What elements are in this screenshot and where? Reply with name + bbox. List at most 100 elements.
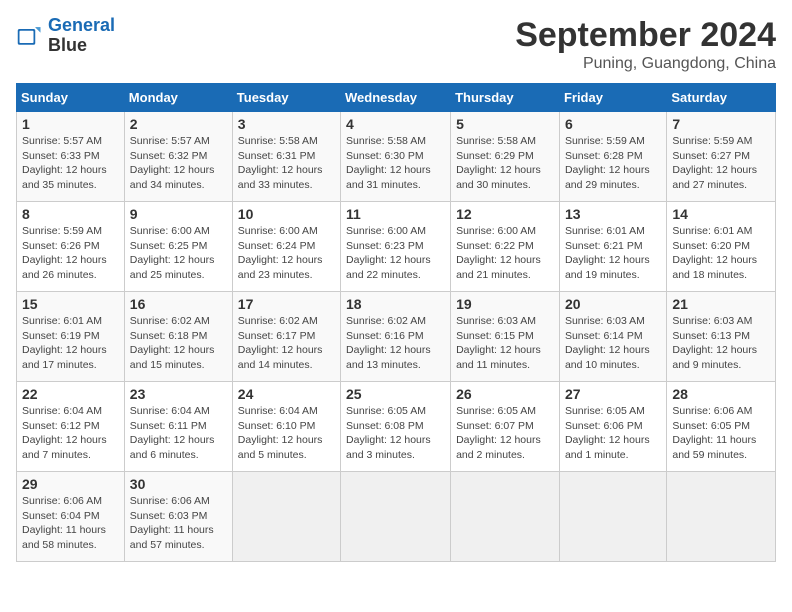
calendar-cell <box>667 472 776 562</box>
day-info: Sunrise: 6:00 AMSunset: 6:25 PMDaylight:… <box>130 225 215 281</box>
calendar-cell <box>341 472 451 562</box>
calendar-cell <box>451 472 560 562</box>
day-info: Sunrise: 6:02 AMSunset: 6:18 PMDaylight:… <box>130 315 215 371</box>
day-info: Sunrise: 6:04 AMSunset: 6:11 PMDaylight:… <box>130 405 215 461</box>
calendar-cell: 30 Sunrise: 6:06 AMSunset: 6:03 PMDaylig… <box>124 472 232 562</box>
day-info: Sunrise: 6:04 AMSunset: 6:10 PMDaylight:… <box>238 405 323 461</box>
day-number: 22 <box>22 386 119 402</box>
calendar-cell: 26 Sunrise: 6:05 AMSunset: 6:07 PMDaylig… <box>451 382 560 472</box>
header-saturday: Saturday <box>667 84 776 112</box>
calendar-cell: 29 Sunrise: 6:06 AMSunset: 6:04 PMDaylig… <box>17 472 125 562</box>
day-info: Sunrise: 5:59 AMSunset: 6:26 PMDaylight:… <box>22 225 107 281</box>
calendar-cell: 3 Sunrise: 5:58 AMSunset: 6:31 PMDayligh… <box>232 112 340 202</box>
day-info: Sunrise: 6:03 AMSunset: 6:13 PMDaylight:… <box>672 315 757 371</box>
day-number: 7 <box>672 116 770 132</box>
calendar-row: 8 Sunrise: 5:59 AMSunset: 6:26 PMDayligh… <box>17 202 776 292</box>
calendar-row: 15 Sunrise: 6:01 AMSunset: 6:19 PMDaylig… <box>17 292 776 382</box>
month-title: September 2024 <box>515 16 776 55</box>
day-number: 13 <box>565 206 661 222</box>
calendar-cell: 18 Sunrise: 6:02 AMSunset: 6:16 PMDaylig… <box>341 292 451 382</box>
day-number: 24 <box>238 386 335 402</box>
header-tuesday: Tuesday <box>232 84 340 112</box>
calendar-table: SundayMondayTuesdayWednesdayThursdayFrid… <box>16 83 776 562</box>
day-info: Sunrise: 6:02 AMSunset: 6:17 PMDaylight:… <box>238 315 323 371</box>
day-info: Sunrise: 6:06 AMSunset: 6:03 PMDaylight:… <box>130 495 214 551</box>
calendar-cell: 25 Sunrise: 6:05 AMSunset: 6:08 PMDaylig… <box>341 382 451 472</box>
day-info: Sunrise: 6:05 AMSunset: 6:08 PMDaylight:… <box>346 405 431 461</box>
day-number: 26 <box>456 386 554 402</box>
day-number: 25 <box>346 386 445 402</box>
calendar-cell: 21 Sunrise: 6:03 AMSunset: 6:13 PMDaylig… <box>667 292 776 382</box>
day-info: Sunrise: 5:57 AMSunset: 6:33 PMDaylight:… <box>22 135 107 191</box>
day-number: 28 <box>672 386 770 402</box>
day-number: 30 <box>130 476 227 492</box>
day-info: Sunrise: 5:59 AMSunset: 6:28 PMDaylight:… <box>565 135 650 191</box>
logo-line1: General <box>48 15 115 35</box>
page-header: General Blue September 2024 Puning, Guan… <box>16 16 776 73</box>
calendar-header-row: SundayMondayTuesdayWednesdayThursdayFrid… <box>17 84 776 112</box>
calendar-cell: 13 Sunrise: 6:01 AMSunset: 6:21 PMDaylig… <box>559 202 666 292</box>
calendar-cell: 15 Sunrise: 6:01 AMSunset: 6:19 PMDaylig… <box>17 292 125 382</box>
calendar-cell: 7 Sunrise: 5:59 AMSunset: 6:27 PMDayligh… <box>667 112 776 202</box>
calendar-cell: 24 Sunrise: 6:04 AMSunset: 6:10 PMDaylig… <box>232 382 340 472</box>
calendar-cell: 5 Sunrise: 5:58 AMSunset: 6:29 PMDayligh… <box>451 112 560 202</box>
day-number: 1 <box>22 116 119 132</box>
day-number: 16 <box>130 296 227 312</box>
logo-text: General Blue <box>48 16 115 56</box>
header-sunday: Sunday <box>17 84 125 112</box>
calendar-cell <box>559 472 666 562</box>
day-info: Sunrise: 6:00 AMSunset: 6:23 PMDaylight:… <box>346 225 431 281</box>
calendar-cell: 4 Sunrise: 5:58 AMSunset: 6:30 PMDayligh… <box>341 112 451 202</box>
day-number: 15 <box>22 296 119 312</box>
title-section: September 2024 Puning, Guangdong, China <box>515 16 776 73</box>
calendar-body: 1 Sunrise: 5:57 AMSunset: 6:33 PMDayligh… <box>17 112 776 562</box>
day-info: Sunrise: 6:06 AMSunset: 6:04 PMDaylight:… <box>22 495 106 551</box>
day-number: 29 <box>22 476 119 492</box>
logo: General Blue <box>16 16 115 56</box>
calendar-cell: 20 Sunrise: 6:03 AMSunset: 6:14 PMDaylig… <box>559 292 666 382</box>
calendar-row: 22 Sunrise: 6:04 AMSunset: 6:12 PMDaylig… <box>17 382 776 472</box>
calendar-cell: 12 Sunrise: 6:00 AMSunset: 6:22 PMDaylig… <box>451 202 560 292</box>
calendar-cell: 16 Sunrise: 6:02 AMSunset: 6:18 PMDaylig… <box>124 292 232 382</box>
calendar-row: 1 Sunrise: 5:57 AMSunset: 6:33 PMDayligh… <box>17 112 776 202</box>
day-info: Sunrise: 6:04 AMSunset: 6:12 PMDaylight:… <box>22 405 107 461</box>
logo-line2: Blue <box>48 35 87 55</box>
day-info: Sunrise: 5:58 AMSunset: 6:30 PMDaylight:… <box>346 135 431 191</box>
calendar-cell: 19 Sunrise: 6:03 AMSunset: 6:15 PMDaylig… <box>451 292 560 382</box>
logo-icon <box>16 22 44 50</box>
day-number: 11 <box>346 206 445 222</box>
calendar-cell: 17 Sunrise: 6:02 AMSunset: 6:17 PMDaylig… <box>232 292 340 382</box>
calendar-cell: 27 Sunrise: 6:05 AMSunset: 6:06 PMDaylig… <box>559 382 666 472</box>
location: Puning, Guangdong, China <box>515 55 776 73</box>
day-number: 21 <box>672 296 770 312</box>
calendar-cell: 22 Sunrise: 6:04 AMSunset: 6:12 PMDaylig… <box>17 382 125 472</box>
day-info: Sunrise: 6:01 AMSunset: 6:19 PMDaylight:… <box>22 315 107 371</box>
day-number: 9 <box>130 206 227 222</box>
day-number: 20 <box>565 296 661 312</box>
calendar-cell: 8 Sunrise: 5:59 AMSunset: 6:26 PMDayligh… <box>17 202 125 292</box>
calendar-cell: 14 Sunrise: 6:01 AMSunset: 6:20 PMDaylig… <box>667 202 776 292</box>
calendar-cell: 6 Sunrise: 5:59 AMSunset: 6:28 PMDayligh… <box>559 112 666 202</box>
day-info: Sunrise: 6:02 AMSunset: 6:16 PMDaylight:… <box>346 315 431 371</box>
day-number: 10 <box>238 206 335 222</box>
header-monday: Monday <box>124 84 232 112</box>
calendar-cell: 28 Sunrise: 6:06 AMSunset: 6:05 PMDaylig… <box>667 382 776 472</box>
header-friday: Friday <box>559 84 666 112</box>
day-number: 17 <box>238 296 335 312</box>
calendar-cell: 1 Sunrise: 5:57 AMSunset: 6:33 PMDayligh… <box>17 112 125 202</box>
day-info: Sunrise: 5:58 AMSunset: 6:29 PMDaylight:… <box>456 135 541 191</box>
calendar-cell: 2 Sunrise: 5:57 AMSunset: 6:32 PMDayligh… <box>124 112 232 202</box>
day-number: 14 <box>672 206 770 222</box>
calendar-cell: 11 Sunrise: 6:00 AMSunset: 6:23 PMDaylig… <box>341 202 451 292</box>
day-info: Sunrise: 6:00 AMSunset: 6:22 PMDaylight:… <box>456 225 541 281</box>
day-info: Sunrise: 6:03 AMSunset: 6:15 PMDaylight:… <box>456 315 541 371</box>
day-number: 19 <box>456 296 554 312</box>
day-number: 3 <box>238 116 335 132</box>
day-info: Sunrise: 6:05 AMSunset: 6:06 PMDaylight:… <box>565 405 650 461</box>
day-number: 12 <box>456 206 554 222</box>
day-info: Sunrise: 5:59 AMSunset: 6:27 PMDaylight:… <box>672 135 757 191</box>
day-info: Sunrise: 6:00 AMSunset: 6:24 PMDaylight:… <box>238 225 323 281</box>
day-number: 5 <box>456 116 554 132</box>
calendar-cell <box>232 472 340 562</box>
day-info: Sunrise: 6:06 AMSunset: 6:05 PMDaylight:… <box>672 405 756 461</box>
